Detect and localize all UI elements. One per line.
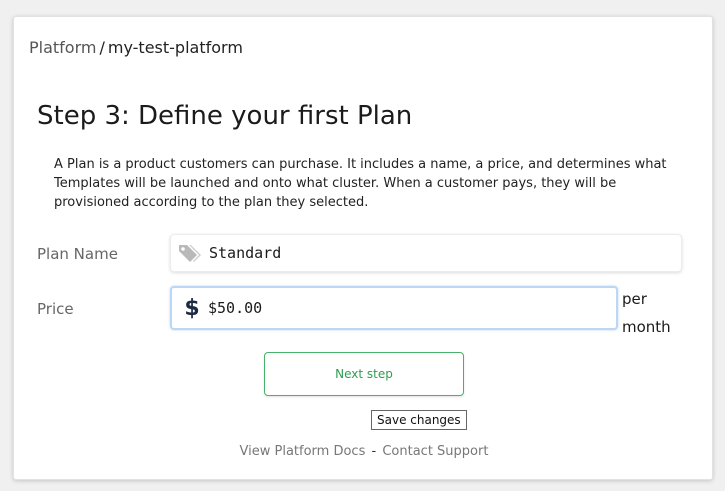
breadcrumb-separator: / [99, 38, 105, 57]
next-step-button[interactable]: Next step [264, 352, 464, 396]
page-title: Step 3: Define your first Plan [37, 101, 413, 131]
price-period: per month [622, 285, 682, 341]
footer-links: View Platform Docs - Contact Support [14, 444, 714, 459]
price-period-month: month [622, 318, 671, 336]
tags-icon [171, 243, 207, 263]
plan-name-field[interactable] [170, 234, 682, 272]
footer-separator: - [371, 444, 377, 459]
plan-name-label: Plan Name [37, 245, 118, 263]
breadcrumb: Platform / my-test-platform [29, 38, 243, 57]
contact-support-link[interactable]: Contact Support [382, 444, 488, 459]
breadcrumb-current: my-test-platform [107, 38, 243, 57]
dollar-icon: $ [184, 295, 200, 321]
save-changes-tooltip: Save changes [371, 410, 467, 430]
breadcrumb-platform-link[interactable]: Platform [29, 38, 96, 57]
price-period-per: per [622, 290, 647, 308]
price-field[interactable]: $ [170, 286, 618, 330]
price-label: Price [37, 300, 74, 318]
plan-setup-card: Platform / my-test-platform Step 3: Define… [13, 16, 713, 480]
view-docs-link[interactable]: View Platform Docs [240, 444, 366, 459]
price-input[interactable] [208, 288, 616, 328]
plan-name-input[interactable] [207, 235, 681, 271]
step-description: A Plan is a product customers can purcha… [54, 157, 667, 210]
